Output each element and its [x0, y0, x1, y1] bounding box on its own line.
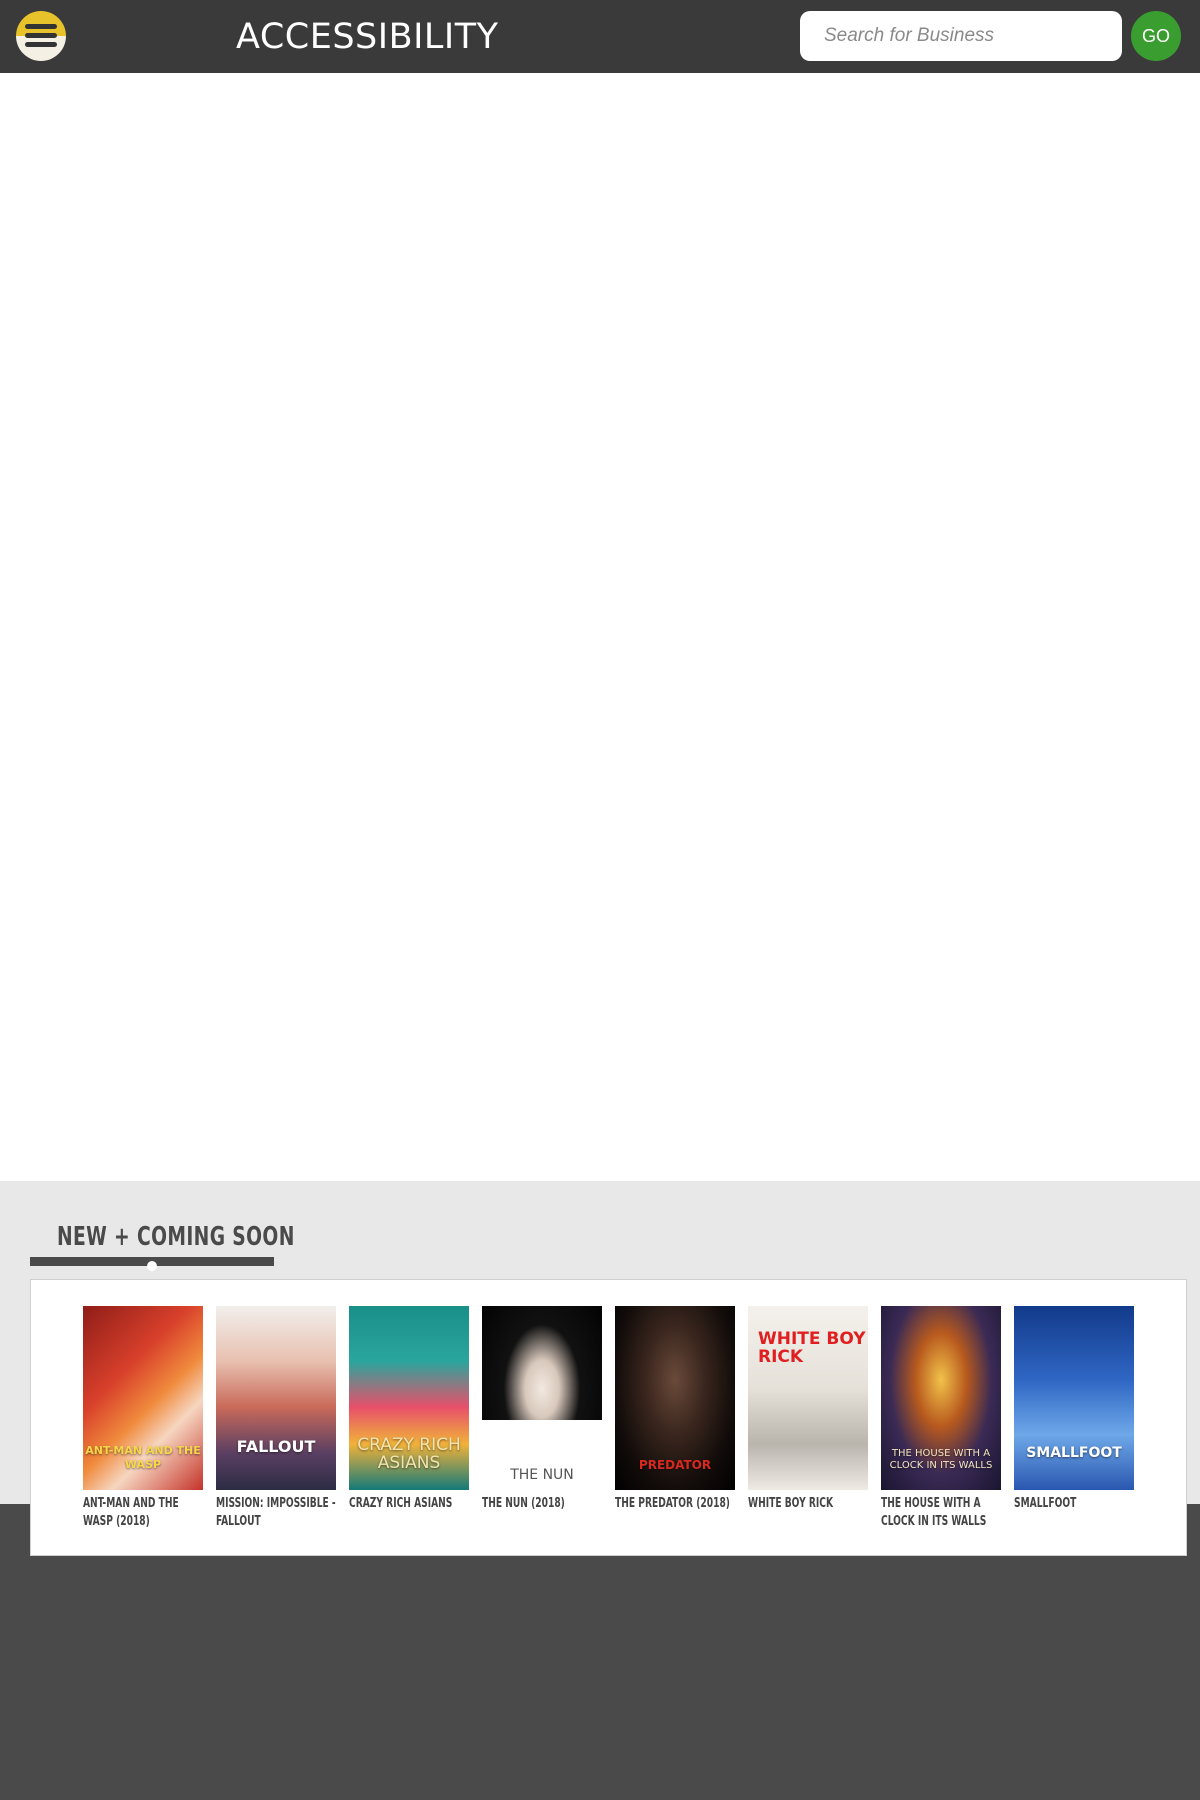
movie-poster[interactable]: PREDATOR — [615, 1306, 735, 1490]
movie-card[interactable]: THE NUN THE NUN (2018) — [482, 1306, 602, 1531]
search-box — [800, 11, 1122, 61]
poster-title: SMALLFOOT — [1026, 1445, 1122, 1461]
movie-title[interactable]: WHITE BOY RICK — [748, 1495, 868, 1513]
menu-button[interactable] — [16, 11, 66, 61]
movie-title[interactable]: SMALLFOOT — [1014, 1495, 1134, 1513]
movie-card[interactable]: FALLOUT MISSION: IMPOSSIBLE - FALLOUT — [216, 1306, 336, 1531]
movie-title[interactable]: THE HOUSE WITH A CLOCK IN ITS WALLS — [881, 1495, 1001, 1531]
movie-title[interactable]: CRAZY RICH ASIANS — [349, 1495, 469, 1513]
hamburger-icon — [25, 33, 57, 38]
movie-card[interactable]: ANT-MAN AND THE WASP ANT-MAN AND THE WAS… — [83, 1306, 203, 1531]
heading-notch — [147, 1261, 157, 1271]
movie-title[interactable]: THE NUN (2018) — [482, 1495, 602, 1513]
movie-poster[interactable]: WHITE BOY RICK — [748, 1306, 868, 1490]
section-heading: NEW + COMING SOON — [57, 1222, 295, 1252]
poster-title: ANT-MAN AND THE WASP — [85, 1444, 201, 1471]
movie-card[interactable]: WHITE BOY RICK WHITE BOY RICK — [748, 1306, 868, 1531]
movie-card[interactable]: CRAZY RICH ASIANS CRAZY RICH ASIANS — [349, 1306, 469, 1531]
hamburger-icon — [25, 24, 57, 29]
movie-poster[interactable]: ANT-MAN AND THE WASP — [83, 1306, 203, 1490]
site-title[interactable]: ACCESSIBILITY — [236, 17, 499, 57]
poster-title: WHITE BOY RICK — [758, 1329, 866, 1367]
movie-card[interactable]: PREDATOR THE PREDATOR (2018) — [615, 1306, 735, 1531]
movie-list: ANT-MAN AND THE WASP ANT-MAN AND THE WAS… — [83, 1306, 1134, 1531]
search-input[interactable] — [800, 11, 1122, 61]
movie-card[interactable]: SMALLFOOT SMALLFOOT — [1014, 1306, 1134, 1531]
poster-title: THE NUN — [510, 1467, 574, 1483]
movie-title[interactable]: ANT-MAN AND THE WASP (2018) — [83, 1495, 203, 1531]
movie-poster[interactable]: THE HOUSE WITH A CLOCK IN ITS WALLS — [881, 1306, 1001, 1490]
poster-title: PREDATOR — [638, 1458, 712, 1472]
poster-title: THE HOUSE WITH A CLOCK IN ITS WALLS — [889, 1448, 993, 1471]
movie-title[interactable]: MISSION: IMPOSSIBLE - FALLOUT — [216, 1495, 336, 1531]
hamburger-icon — [25, 42, 57, 47]
go-button[interactable]: GO — [1131, 11, 1181, 61]
movie-poster[interactable]: FALLOUT — [216, 1306, 336, 1490]
movie-poster[interactable]: THE NUN — [482, 1306, 602, 1490]
poster-title: CRAZY RICH ASIANS — [357, 1435, 461, 1473]
movie-title[interactable]: THE PREDATOR (2018) — [615, 1495, 735, 1513]
poster-title: FALLOUT — [236, 1437, 316, 1456]
movie-poster[interactable]: CRAZY RICH ASIANS — [349, 1306, 469, 1490]
movie-card[interactable]: THE HOUSE WITH A CLOCK IN ITS WALLS THE … — [881, 1306, 1001, 1531]
movie-poster[interactable]: SMALLFOOT — [1014, 1306, 1134, 1490]
